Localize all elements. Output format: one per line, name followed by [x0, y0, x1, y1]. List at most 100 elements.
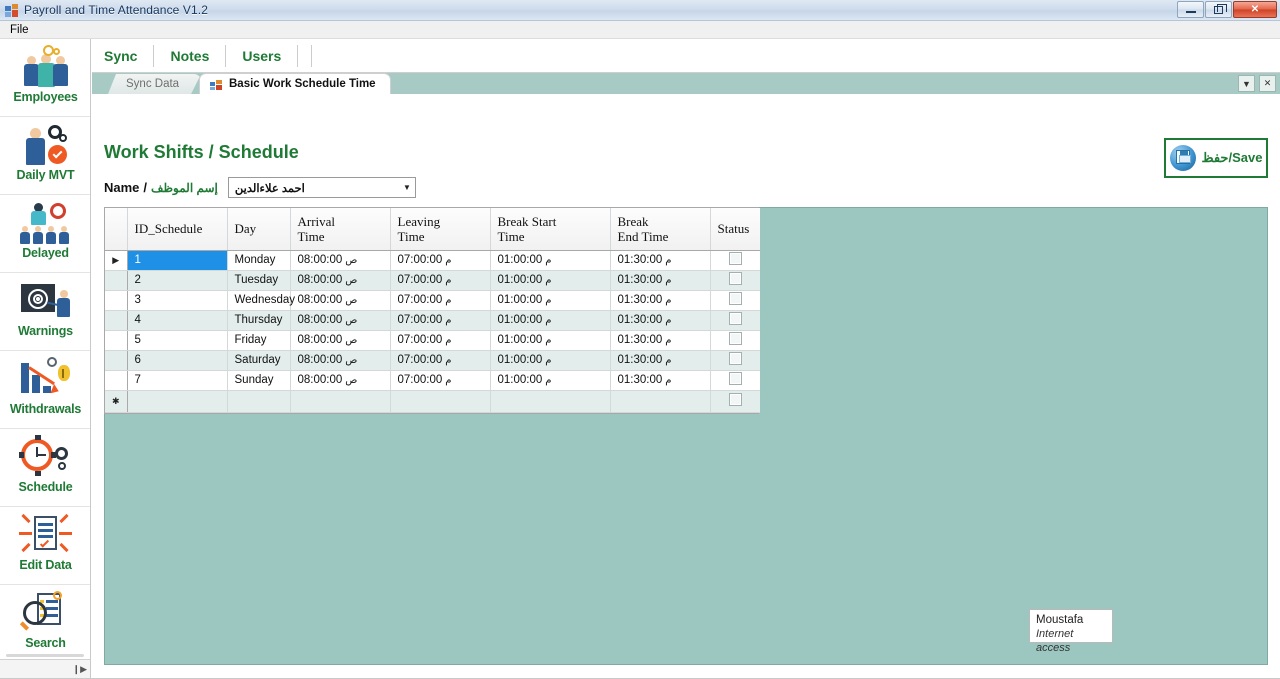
- cell-status[interactable]: [710, 250, 760, 271]
- table-new-row[interactable]: ✱: [105, 390, 760, 413]
- cell-day[interactable]: Tuesday: [227, 270, 291, 291]
- cell-break-start-time[interactable]: 01:00:00 م: [490, 250, 611, 271]
- grid-header-status[interactable]: Status: [710, 208, 760, 251]
- employee-name-select[interactable]: احمد علاءالدين ▼: [227, 177, 416, 198]
- cell-leaving-time[interactable]: 07:00:00 م: [390, 350, 491, 371]
- cell-break-end-time[interactable]: 01:30:00 م: [610, 310, 711, 331]
- table-row[interactable]: 7 Sunday 08:00:00 ص 07:00:00 م 01:00:00 م 01:30:…: [105, 370, 760, 391]
- cell-status[interactable]: [710, 350, 760, 371]
- cell-day[interactable]: Friday: [227, 330, 291, 351]
- status-checkbox[interactable]: [728, 393, 742, 406]
- cell-leaving-time[interactable]: 07:00:00 م: [390, 370, 491, 391]
- cell-leaving-time[interactable]: 07:00:00 م: [390, 310, 491, 331]
- sidebar-item-daily-mvt[interactable]: Daily MVT: [0, 117, 90, 195]
- table-row[interactable]: 2 Tuesday 08:00:00 ص 07:00:00 م 01:00:00 م 01:30…: [105, 270, 760, 291]
- cell-break-end-time[interactable]: [610, 390, 711, 413]
- status-checkbox[interactable]: [728, 352, 742, 365]
- status-checkbox[interactable]: [728, 312, 742, 325]
- window-titlebar[interactable]: Payroll and Time Attendance V1.2 ✕: [0, 0, 1280, 21]
- work-schedule-grid[interactable]: ID_Schedule Day Arrival Time Leaving Tim…: [104, 207, 760, 414]
- cell-leaving-time[interactable]: 07:00:00 م: [390, 250, 491, 271]
- cell-break-end-time[interactable]: 01:30:00 م: [610, 250, 711, 271]
- cell-day[interactable]: Sunday: [227, 370, 291, 391]
- status-checkbox[interactable]: [728, 292, 742, 305]
- status-checkbox[interactable]: [728, 252, 742, 265]
- sidebar-item-delayed[interactable]: Delayed: [0, 195, 90, 273]
- row-selector-cell[interactable]: [105, 350, 128, 371]
- table-row[interactable]: 4 Thursday 08:00:00 ص 07:00:00 م 01:00:00 م 01:3…: [105, 310, 760, 331]
- table-row[interactable]: 6 Saturday 08:00:00 ص 07:00:00 م 01:00:00 م 01:3…: [105, 350, 760, 371]
- cell-arrival-time[interactable]: 08:00:00 ص: [290, 330, 391, 351]
- cell-break-start-time[interactable]: [490, 390, 611, 413]
- cell-day[interactable]: Thursday: [227, 310, 291, 331]
- cell-break-end-time[interactable]: 01:30:00 م: [610, 370, 711, 391]
- row-selector-cell[interactable]: [105, 330, 128, 351]
- cell-day[interactable]: Monday: [227, 250, 291, 271]
- cell-arrival-time[interactable]: 08:00:00 ص: [290, 290, 391, 311]
- cell-arrival-time[interactable]: 08:00:00 ص: [290, 270, 391, 291]
- minimize-button[interactable]: [1177, 1, 1204, 18]
- cell-break-end-time[interactable]: 01:30:00 م: [610, 350, 711, 371]
- cell-day[interactable]: Wednesday: [227, 290, 295, 311]
- grid-header-arrival-time[interactable]: Arrival Time: [290, 208, 391, 251]
- cell-day[interactable]: [227, 390, 291, 413]
- row-selector-cell[interactable]: [105, 290, 128, 311]
- table-row[interactable]: ▶ 1 Monday 08:00:00 ص 07:00:00 م 01:00:00 م 01:30…: [105, 250, 760, 271]
- cell-day[interactable]: Saturday: [227, 350, 291, 371]
- cell-status[interactable]: [710, 390, 760, 413]
- cell-status[interactable]: [710, 310, 760, 331]
- table-row[interactable]: 3 Wednesday 08:00:00 ص 07:00:00 م 01:00:00 م 01:…: [105, 290, 760, 311]
- cell-break-start-time[interactable]: 01:00:00 م: [490, 310, 611, 331]
- cell-arrival-time[interactable]: 08:00:00 ص: [290, 350, 391, 371]
- sidebar-scroll-indicator[interactable]: [6, 654, 84, 657]
- cell-arrival-time[interactable]: [290, 390, 391, 413]
- cell-id-schedule[interactable]: 5: [127, 330, 228, 351]
- cell-break-start-time[interactable]: 01:00:00 م: [490, 350, 611, 371]
- nav-item-users[interactable]: Users: [226, 44, 299, 67]
- sidebar-item-edit-data[interactable]: Edit Data: [0, 507, 90, 585]
- cell-arrival-time[interactable]: 08:00:00 ص: [290, 250, 391, 271]
- sidebar-item-schedule[interactable]: Schedule: [0, 429, 90, 507]
- nav-item-sync[interactable]: Sync: [92, 44, 155, 67]
- status-checkbox[interactable]: [728, 272, 742, 285]
- cell-leaving-time[interactable]: 07:00:00 م: [390, 270, 491, 291]
- grid-header-break-end-time[interactable]: Break End Time: [610, 208, 711, 251]
- new-row-marker[interactable]: ✱: [105, 390, 128, 413]
- row-selector-cell[interactable]: ▶: [105, 250, 128, 271]
- cell-id-schedule[interactable]: 7: [127, 370, 228, 391]
- cell-id-schedule[interactable]: 4: [127, 310, 228, 331]
- cell-id-schedule[interactable]: 3: [127, 290, 228, 311]
- grid-header-id-schedule[interactable]: ID_Schedule: [127, 208, 228, 251]
- restore-button[interactable]: [1205, 1, 1232, 18]
- cell-arrival-time[interactable]: 08:00:00 ص: [290, 370, 391, 391]
- status-checkbox[interactable]: [728, 332, 742, 345]
- row-selector-cell[interactable]: [105, 310, 128, 331]
- tab-close-button[interactable]: ✕: [1259, 75, 1276, 92]
- grid-header-break-start-time[interactable]: Break Start Time: [490, 208, 611, 251]
- sidebar-item-withdrawals[interactable]: Withdrawals: [0, 351, 90, 429]
- cell-status[interactable]: [710, 290, 760, 311]
- cell-id-schedule[interactable]: 2: [127, 270, 228, 291]
- cell-leaving-time[interactable]: 07:00:00 م: [390, 330, 491, 351]
- menu-item-file[interactable]: File: [3, 23, 36, 37]
- sidebar-item-warnings[interactable]: Warnings: [0, 273, 90, 351]
- cell-break-start-time[interactable]: 01:00:00 م: [490, 330, 611, 351]
- row-selector-cell[interactable]: [105, 270, 128, 291]
- tab-basic-work-schedule-time[interactable]: Basic Work Schedule Time: [200, 74, 390, 94]
- grid-header-leaving-time[interactable]: Leaving Time: [390, 208, 491, 251]
- table-row[interactable]: 5 Friday 08:00:00 ص 07:00:00 م 01:00:00 م 01:30:…: [105, 330, 760, 351]
- close-button[interactable]: ✕: [1233, 1, 1277, 18]
- nav-item-notes[interactable]: Notes: [154, 44, 227, 67]
- sidebar-expand-button[interactable]: ❙▶: [0, 659, 90, 679]
- tab-list-dropdown-button[interactable]: ▼: [1238, 75, 1255, 92]
- cell-leaving-time[interactable]: 07:00:00 م: [390, 290, 491, 311]
- cell-break-end-time[interactable]: 01:30:00 م: [610, 270, 711, 291]
- cell-break-start-time[interactable]: 01:00:00 م: [490, 370, 611, 391]
- sidebar-item-employees[interactable]: Employees: [0, 39, 90, 117]
- cell-id-schedule[interactable]: 6: [127, 350, 228, 371]
- status-checkbox[interactable]: [728, 372, 742, 385]
- save-button[interactable]: Save/حفظ: [1164, 138, 1268, 178]
- cell-status[interactable]: [710, 330, 760, 351]
- cell-id-schedule[interactable]: [127, 390, 228, 413]
- sidebar-item-search[interactable]: Search: [0, 585, 90, 663]
